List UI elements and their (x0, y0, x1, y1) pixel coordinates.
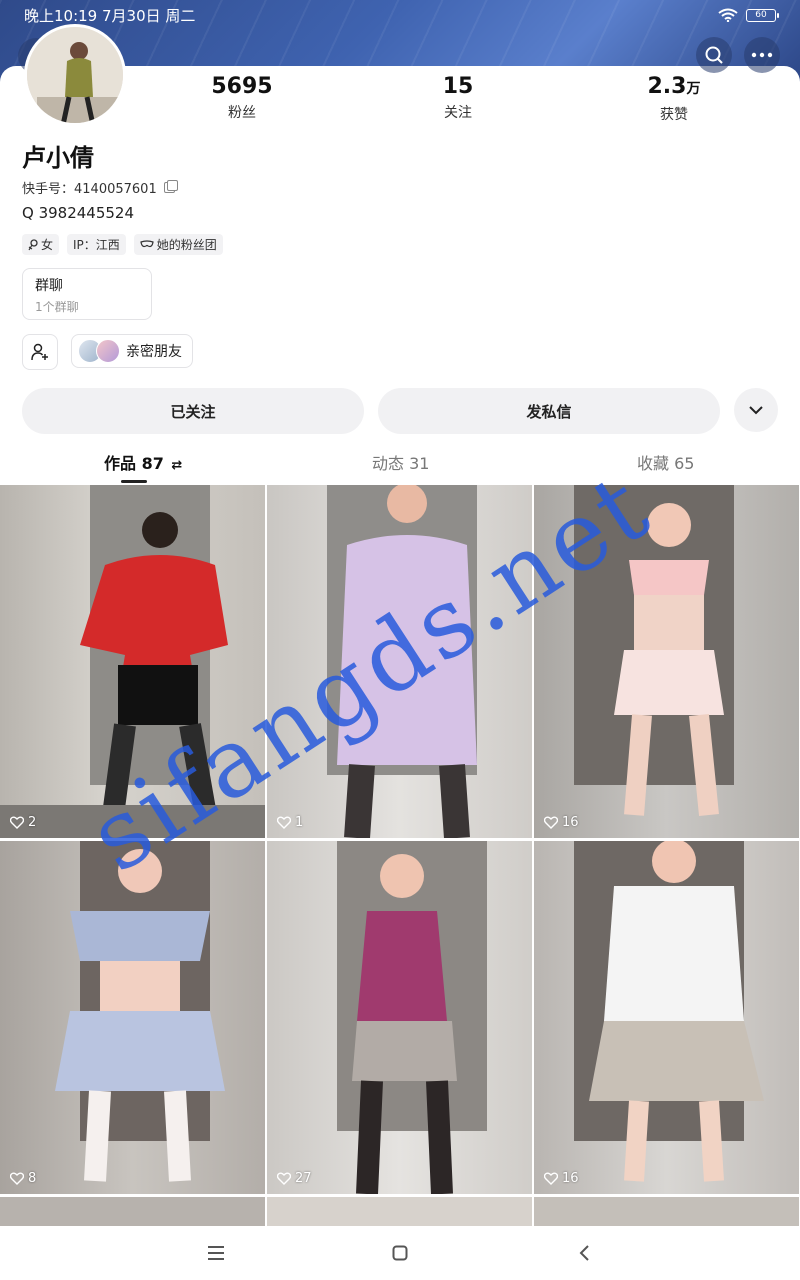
search-icon (705, 46, 723, 64)
battery-level: 60 (755, 10, 767, 20)
avatar[interactable] (24, 24, 126, 126)
video-likes: 27 (277, 1171, 312, 1186)
back-arrow-icon (579, 1245, 589, 1261)
status-bar: 晚上10:19 7月30日 周二 60 (0, 0, 800, 30)
heart-icon (10, 1172, 24, 1185)
stat-followers[interactable]: 5695 粉丝 (182, 74, 302, 122)
video-tile[interactable] (0, 1197, 265, 1227)
heart-icon (544, 816, 558, 829)
video-likes-count: 1 (295, 815, 304, 830)
menu-icon (208, 1246, 224, 1260)
group-chat-card[interactable]: 群聊 1个群聊 (22, 268, 152, 320)
group-chat-title: 群聊 (35, 278, 63, 294)
heart-icon (544, 1172, 558, 1185)
fans-club-tag[interactable]: 她的粉丝团 (133, 234, 223, 255)
likes-count: 2.3 (647, 74, 687, 99)
profile-stats: 5695 粉丝 15 关注 2.3万 获赞 (130, 74, 800, 126)
system-back-button[interactable] (571, 1240, 597, 1266)
video-likes: 16 (544, 1171, 579, 1186)
more-horizontal-icon (751, 52, 773, 58)
stat-likes[interactable]: 2.3万 获赞 (614, 74, 734, 124)
home-button[interactable] (387, 1240, 413, 1266)
likes-label: 获赞 (660, 107, 688, 123)
swap-icon[interactable]: ⇄ (171, 458, 182, 473)
close-friends-button[interactable]: 亲密朋友 (71, 334, 193, 368)
send-message-button[interactable]: 发私信 (378, 388, 720, 434)
followers-count: 5695 (211, 74, 273, 99)
battery-icon: 60 (746, 8, 779, 22)
fans-club-text: 她的粉丝团 (156, 238, 217, 252)
kuaishou-id: 快手号：4140057601 (22, 178, 178, 197)
following-count: 15 (442, 74, 474, 99)
home-square-icon (392, 1245, 408, 1261)
tab-moments[interactable]: 动态 31 (372, 450, 429, 474)
video-tile[interactable]: 27 (267, 841, 532, 1194)
more-button[interactable] (744, 37, 780, 73)
tab-works-label: 作品 87 (104, 454, 164, 473)
video-likes-count: 16 (562, 1171, 579, 1186)
gender-tag: 女 (22, 234, 60, 255)
video-tile[interactable] (534, 1197, 799, 1227)
video-tile[interactable]: 16 (534, 841, 799, 1194)
stat-following[interactable]: 15 关注 (398, 74, 518, 122)
expand-button[interactable] (734, 388, 778, 432)
heart-icon (277, 816, 291, 829)
video-tile[interactable] (267, 1197, 532, 1227)
video-thumbnail (337, 841, 487, 1194)
tab-favorites[interactable]: 收藏 65 (637, 450, 694, 474)
video-likes-count: 2 (28, 815, 37, 830)
status-time: 晚上10:19 7月30日 周二 (24, 6, 196, 25)
kuaishou-id-text: 快手号：4140057601 (22, 182, 157, 197)
profile-tags: 女 IP：江西 她的粉丝团 (22, 234, 223, 255)
close-friends-label: 亲密朋友 (126, 344, 182, 360)
system-navbar (0, 1226, 800, 1280)
following-label: 关注 (444, 105, 472, 121)
tab-works[interactable]: 作品 87 ⇄ (104, 450, 182, 474)
gender-text: 女 (41, 238, 54, 252)
followers-label: 粉丝 (228, 105, 256, 121)
female-icon (28, 238, 38, 250)
group-chat-subtitle: 1个群聊 (35, 300, 79, 314)
video-likes-count: 8 (28, 1171, 37, 1186)
ip-text: IP：江西 (73, 238, 120, 252)
video-tile[interactable]: 8 (0, 841, 265, 1194)
video-likes: 16 (544, 815, 579, 830)
video-likes: 1 (277, 815, 303, 830)
wifi-icon (718, 8, 738, 22)
mask-icon (140, 240, 154, 248)
likes-unit: 万 (686, 81, 701, 97)
add-friend-button[interactable] (22, 334, 58, 370)
copy-icon[interactable] (163, 180, 178, 193)
profile-name: 卢小倩 (22, 144, 94, 172)
menu-button[interactable] (203, 1240, 229, 1266)
video-likes: 2 (10, 815, 36, 830)
heart-icon (10, 816, 24, 829)
friend-avatar-2 (96, 339, 120, 363)
content-tabs: 作品 87 ⇄ 动态 31 收藏 65 (0, 444, 800, 484)
video-likes: 8 (10, 1171, 36, 1186)
followed-button[interactable]: 已关注 (22, 388, 364, 434)
video-thumbnail (574, 841, 764, 1182)
add-user-icon (31, 343, 48, 361)
chevron-down-icon (749, 406, 763, 415)
heart-icon (277, 1172, 291, 1185)
video-thumbnail (55, 841, 225, 1182)
ip-tag: IP：江西 (67, 234, 126, 255)
video-likes-count: 16 (562, 815, 579, 830)
tab-active-indicator (121, 480, 147, 483)
qq-number: Q 3982445524 (22, 204, 135, 222)
video-likes-count: 27 (295, 1171, 312, 1186)
search-button[interactable] (696, 37, 732, 73)
action-row: 已关注 发私信 (22, 388, 778, 434)
